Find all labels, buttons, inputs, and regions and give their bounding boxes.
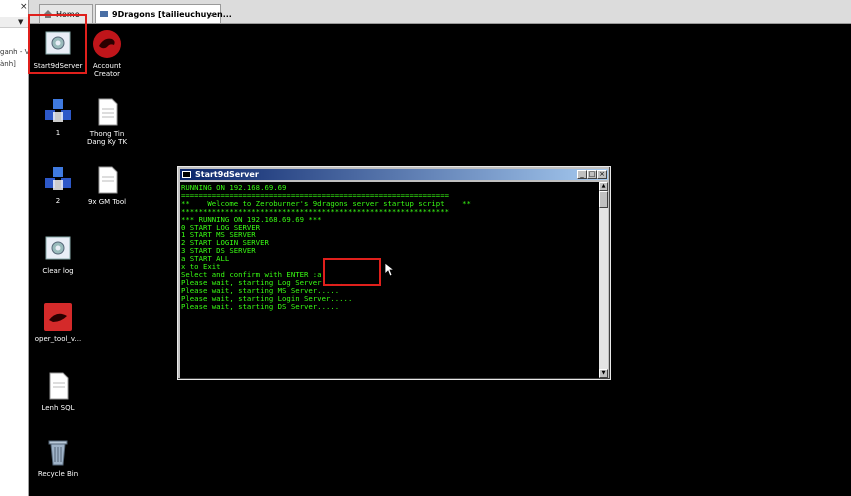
desktop-icon-gm-tool[interactable]: 9x GM Tool <box>76 165 138 206</box>
console-output[interactable]: RUNNING ON 192.168.69.69 ================… <box>180 182 599 378</box>
console-text: RUNNING ON 192.168.69.69 ================… <box>180 182 599 311</box>
desktop-icon-oper-tool[interactable]: oper_tool_v... <box>27 302 89 343</box>
desktop-icon-label: oper_tool_v... <box>34 335 82 343</box>
console-icon <box>182 171 191 178</box>
background-window: × ▼ ganh - V ành] <box>0 0 29 496</box>
desktop-icon-lenh-sql[interactable]: Lenh SQL <box>27 371 89 412</box>
desktop-icon-label: Account Creator <box>92 62 122 78</box>
maximize-button[interactable]: □ <box>587 170 597 179</box>
desktop-icon-label: 9x GM Tool <box>87 198 127 206</box>
background-window-toolbar <box>0 17 28 28</box>
dragon-logo-icon <box>92 29 122 59</box>
text-document-icon <box>92 165 122 195</box>
red-app-icon <box>43 302 73 332</box>
close-icon[interactable]: × <box>20 2 28 12</box>
desktop-icon-label: Thong Tin Dang Ky TK <box>86 130 128 146</box>
scroll-thumb[interactable] <box>599 191 608 208</box>
tab-close-icon[interactable]: × <box>209 5 216 24</box>
chevron-down-icon[interactable]: ▼ <box>18 18 23 26</box>
desktop-icon-recycle-bin[interactable]: Recycle Bin <box>27 437 89 478</box>
background-window-text-1: ganh - V <box>0 48 29 56</box>
desktop-icon-account-creator[interactable]: Account Creator <box>76 29 138 78</box>
console-title-bar[interactable]: Start9dServer _ □ × <box>180 169 608 180</box>
highlight-box-input <box>323 258 381 286</box>
desktop-icon-label: Clear log <box>42 267 74 275</box>
vm-icon <box>100 11 108 17</box>
minimize-button[interactable]: _ <box>577 170 587 179</box>
text-document-icon <box>43 371 73 401</box>
cubes-icon <box>43 96 73 126</box>
desktop-icon-thong-tin[interactable]: Thong Tin Dang Ky TK <box>76 97 138 146</box>
desktop-icon-label: Recycle Bin <box>37 470 79 478</box>
close-button[interactable]: × <box>597 170 607 179</box>
console-line: Please wait, starting DS Server..... <box>181 301 340 311</box>
mouse-cursor-icon <box>385 263 395 277</box>
tab-9dragons[interactable]: 9Dragons [tailieuchuyen... × <box>95 4 232 24</box>
console-line: a START ALL <box>181 254 230 264</box>
scroll-down-icon[interactable]: ▼ <box>599 369 608 378</box>
desktop-icon-clear-log[interactable]: Clear log <box>27 234 89 275</box>
recycle-bin-icon <box>43 437 73 467</box>
batch-file-icon <box>43 234 73 264</box>
background-window-text-2: ành] <box>0 60 16 68</box>
text-document-icon <box>92 97 122 127</box>
console-title: Start9dServer <box>195 170 259 179</box>
browser-tab-bar: Home 9Dragons [tailieuchuyen... × <box>0 0 851 24</box>
scroll-up-icon[interactable]: ▲ <box>599 182 608 191</box>
console-line: 3 START DS SERVER <box>181 246 256 256</box>
desktop-icon-label: Lenh SQL <box>41 404 75 412</box>
vertical-scrollbar[interactable]: ▲ ▼ <box>599 182 608 378</box>
cubes-icon <box>43 164 73 194</box>
